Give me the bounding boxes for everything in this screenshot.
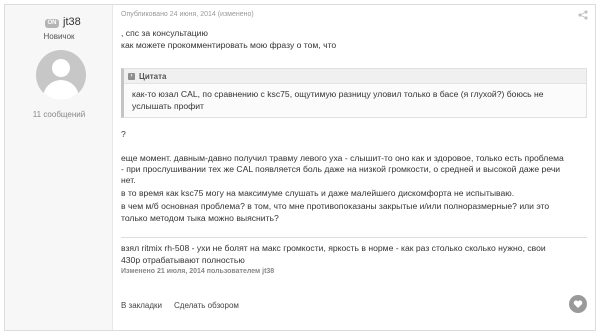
quote-text-line: как-то юзал CAL, по сравнению с ksc75, о… bbox=[132, 89, 544, 99]
post-text-line: как можете прокомментировать мою фразу о… bbox=[121, 40, 337, 50]
post-meta: Опубликовано 24 июня, 2014 (изменено) bbox=[121, 11, 254, 18]
forum-post: ON jt38 Новичок 11 сообщений Опубликован… bbox=[4, 4, 596, 331]
author-panel: ON jt38 Новичок 11 сообщений bbox=[5, 5, 113, 330]
post-text-line: только методом тыка можно выяснить? bbox=[121, 213, 279, 223]
author-post-count: 11 сообщений bbox=[32, 110, 86, 119]
bookmark-link[interactable]: В закладки bbox=[121, 301, 162, 310]
quote-title: Цитата bbox=[139, 72, 167, 81]
post-content: Опубликовано 24 июня, 2014 (изменено) , … bbox=[121, 5, 595, 330]
avatar-body-shape bbox=[43, 80, 79, 100]
edited-note-text: Изменено 21 июля, 2014 пользователем bbox=[121, 268, 261, 275]
post-text-line: еще момент. давным-давно получил травму … bbox=[121, 153, 564, 163]
signature-line: 430p отрабатывают полностью bbox=[121, 255, 245, 265]
edited-note: Изменено 21 июля, 2014 пользователем jt3… bbox=[121, 268, 274, 275]
edited-note-user[interactable]: jt38 bbox=[262, 268, 274, 275]
make-review-link[interactable]: Сделать обзором bbox=[174, 301, 239, 310]
quote-icon: › bbox=[128, 73, 135, 80]
post-text-line: , спс за консультацию bbox=[121, 28, 208, 38]
quote-header: › Цитата bbox=[124, 69, 586, 84]
quote-text-line: услышать профит bbox=[132, 101, 204, 111]
share-icon[interactable] bbox=[578, 10, 588, 20]
avatar-head-shape bbox=[52, 59, 70, 77]
like-button[interactable] bbox=[569, 295, 587, 313]
post-text-line: нет. bbox=[121, 175, 136, 185]
heart-icon bbox=[573, 300, 583, 308]
post-text-line: в чем м/б основная проблема? в том, что … bbox=[121, 201, 550, 211]
avatar[interactable] bbox=[36, 50, 86, 100]
post-text-line: ? bbox=[121, 129, 126, 139]
online-status-badge: ON bbox=[45, 19, 59, 28]
signature-divider bbox=[121, 237, 587, 238]
post-text-line: в то время как ksc75 могу на максимуме с… bbox=[121, 188, 515, 198]
signature-line: взял ritmix rh-508 - ухи не болят на мак… bbox=[121, 243, 546, 253]
author-rank: Новичок bbox=[43, 32, 75, 41]
author-username[interactable]: jt38 bbox=[63, 16, 81, 28]
quote-block: › Цитата как-то юзал CAL, по сравнению с… bbox=[121, 68, 587, 118]
post-text-line: - при прослушивании тех же CAL появляетс… bbox=[121, 164, 561, 174]
